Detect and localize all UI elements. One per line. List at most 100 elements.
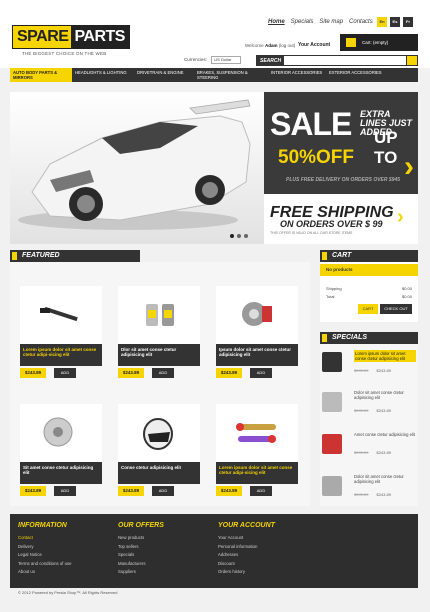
hero-image[interactable] <box>10 92 264 244</box>
special-new-price: $243.89 <box>376 408 391 413</box>
product-card[interactable]: Lorem ipsum dolor sit amet conse ctetur … <box>216 404 298 500</box>
footer-link[interactable]: About us <box>18 568 72 577</box>
free-shipping-banner[interactable]: FREE SHIPPING ON ORDERS OVER $ 99 THIS O… <box>264 194 418 244</box>
special-title[interactable]: Amet conse ctetur adipisicing elit <box>354 432 416 437</box>
footer-link[interactable]: Orders history <box>218 568 275 577</box>
welcome-user: Adam <box>264 43 278 48</box>
add-to-cart-button[interactable]: ADD <box>250 486 272 496</box>
product-title[interactable]: Dlor sit amet conse ctetur adipisicing e… <box>118 344 200 366</box>
header-cart[interactable]: Cart: (empty) <box>340 34 418 51</box>
menu-item-headlights[interactable]: HEADLIGHTS & LIGHTING <box>72 68 134 82</box>
heading-marker <box>322 252 327 260</box>
cart-shipping-row: Shipping $0.00 <box>326 286 412 291</box>
footer-link[interactable]: Manufacturers <box>118 560 164 569</box>
footer-link[interactable]: New products <box>118 534 164 543</box>
total-value: $0.00 <box>401 294 412 299</box>
slider-dot-2[interactable] <box>237 234 241 238</box>
cart-icon <box>346 38 356 47</box>
product-card[interactable]: Dlor sit amet conse ctetur adipisicing e… <box>118 286 200 382</box>
product-title[interactable]: Lorem ipsum dolor sit amet conse ctetur … <box>20 344 102 366</box>
sale-percent: 50%OFF <box>278 147 355 168</box>
search-button[interactable] <box>407 56 417 65</box>
product-image[interactable] <box>118 404 200 462</box>
total-label: Total <box>326 294 335 299</box>
product-card[interactable]: Conse ctetur adipisicing elit $243.89 AD… <box>118 404 200 500</box>
product-card[interactable]: Ipsum dolor sit amet conse ctetur adipis… <box>216 286 298 382</box>
product-price: $243.89 <box>216 486 242 496</box>
footer-link[interactable]: Addresses <box>218 551 275 560</box>
logo[interactable]: SPARE PARTS <box>12 25 130 49</box>
nav-home[interactable]: Home <box>268 19 285 25</box>
heading-marker <box>12 252 17 260</box>
footer-link[interactable]: Personal information <box>218 543 275 552</box>
special-item[interactable]: Dolor sit amet conse ctetur adipisicing … <box>320 470 418 504</box>
lang-fr[interactable]: Fr <box>403 17 413 27</box>
logout-link[interactable]: (log out) <box>279 43 296 48</box>
special-image[interactable] <box>322 352 342 372</box>
nav-specials[interactable]: Specials <box>291 19 314 25</box>
currency-select[interactable]: US Dollar <box>211 56 242 64</box>
slider-dot-3[interactable] <box>244 234 248 238</box>
menu-item-drivetrain[interactable]: DRIVETRAIN & ENGINE <box>134 68 194 82</box>
cart-total-row: Total $0.00 <box>326 294 412 299</box>
cart-button[interactable]: CART <box>358 304 378 314</box>
product-image[interactable] <box>216 286 298 344</box>
footer-link[interactable]: Legal Notice <box>18 551 72 560</box>
special-new-price: $243.89 <box>376 450 391 455</box>
nav-sitemap[interactable]: Site map <box>319 19 343 25</box>
special-new-price: $243.89 <box>376 492 391 497</box>
nav-contacts[interactable]: Contacts <box>349 19 373 25</box>
menu-item-body-parts[interactable]: AUTO BODY PARTS & MIRRORS <box>10 68 72 82</box>
menu-item-interior[interactable]: INTERIOR ACCESSORIES <box>268 68 326 82</box>
product-image[interactable] <box>20 286 102 344</box>
special-image[interactable] <box>322 434 342 454</box>
footer-link[interactable]: Terms and conditions of use <box>18 560 72 569</box>
special-title[interactable]: Lorem ipsum dolor sit amet conse ctetur … <box>354 350 416 362</box>
special-item[interactable]: Amet conse ctetur adipisicing elit $245.… <box>320 428 418 462</box>
footer-link[interactable]: Specials <box>118 551 164 560</box>
lang-es[interactable]: Es <box>390 17 400 27</box>
special-title[interactable]: Dolor sit amet conse ctetur adipisicing … <box>354 474 416 484</box>
special-image[interactable] <box>322 392 342 412</box>
special-old-price: $245.89 <box>354 492 369 497</box>
footer-link[interactable]: Discount <box>218 560 275 569</box>
shipping-value: $0.00 <box>401 286 412 291</box>
add-to-cart-button[interactable]: ADD <box>152 486 174 496</box>
footer-account: YOUR ACCOUNT Your Account Personal infor… <box>218 522 275 577</box>
checkout-button[interactable]: CHECK OUT <box>380 304 412 314</box>
search-input[interactable] <box>284 56 406 65</box>
product-image[interactable] <box>216 404 298 462</box>
product-price: $243.89 <box>118 368 144 378</box>
footer-link[interactable]: Delivery <box>18 543 72 552</box>
special-title[interactable]: Dolor sit amet conse ctetur adipisicing … <box>354 390 416 400</box>
product-title[interactable]: Lorem ipsum dolor sit amet conse ctetur … <box>216 462 298 484</box>
chevron-right-icon: › <box>397 206 404 228</box>
lang-en[interactable]: En <box>377 17 387 27</box>
special-item[interactable]: Lorem ipsum dolor sit amet conse ctetur … <box>320 346 418 380</box>
footer-link[interactable]: Suppliers <box>118 568 164 577</box>
add-to-cart-button[interactable]: ADD <box>250 368 272 378</box>
product-title[interactable]: Conse ctetur adipisicing elit <box>118 462 200 484</box>
special-image[interactable] <box>322 476 342 496</box>
add-to-cart-button[interactable]: ADD <box>152 368 174 378</box>
product-card[interactable]: Sit amet conse ctetur adipisicing elit $… <box>20 404 102 500</box>
product-image[interactable] <box>118 286 200 344</box>
product-card[interactable]: Lorem ipsum dolor sit amet conse ctetur … <box>20 286 102 382</box>
product-image[interactable] <box>20 404 102 462</box>
add-to-cart-button[interactable]: ADD <box>54 486 76 496</box>
menu-item-exterior[interactable]: EXTERIOR ACCESSORIES <box>326 68 418 82</box>
menu-item-brakes[interactable]: BRAKES, SUSPENSION & STEERING <box>194 68 268 82</box>
top-nav: Home Specials Site map Contacts <box>268 19 373 25</box>
welcome-text: Welcome Adam (log out) <box>245 43 295 48</box>
product-title[interactable]: Ipsum dolor sit amet conse ctetur adipis… <box>216 344 298 366</box>
special-item[interactable]: Dolor sit amet conse ctetur adipisicing … <box>320 386 418 420</box>
featured-heading: FEATURED <box>10 250 140 262</box>
page: SPARE PARTS THE BIGGEST CHOICE ON THE WE… <box>0 0 430 612</box>
footer-link[interactable]: Your Account <box>218 534 275 543</box>
product-title[interactable]: Sit amet conse ctetur adipisicing elit <box>20 462 102 484</box>
your-account-link[interactable]: Your Account <box>298 42 330 48</box>
footer-link[interactable]: Top sellers <box>118 543 164 552</box>
add-to-cart-button[interactable]: ADD <box>54 368 76 378</box>
footer-link[interactable]: Contact <box>18 534 72 543</box>
slider-dot-1[interactable] <box>230 234 234 238</box>
